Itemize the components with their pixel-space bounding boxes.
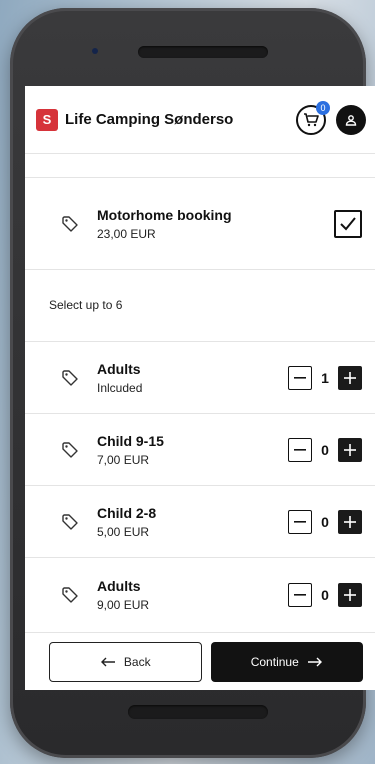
plus-icon [344, 589, 356, 601]
quantity-stepper: 0 [288, 583, 362, 607]
option-row-child-2-8: Child 2-8 5,00 EUR 0 [25, 486, 375, 558]
minus-icon [294, 376, 306, 379]
option-title: Adults [97, 360, 141, 377]
plus-icon [344, 515, 356, 528]
tag-icon [62, 441, 78, 458]
minus-icon [294, 594, 306, 596]
arrow-left-icon [100, 657, 115, 666]
quantity-stepper: 1 [288, 365, 362, 390]
option-price: 5,00 EUR [97, 524, 150, 539]
footer-actions: Back Continue [25, 632, 375, 690]
decrement-button[interactable] [288, 365, 312, 390]
decrement-button[interactable] [288, 509, 312, 534]
back-button[interactable]: Back [49, 641, 202, 682]
select-limit-label: Select up to 6 [25, 270, 375, 342]
option-row-adults-extra: Adults 9,00 EUR 0 [25, 558, 375, 632]
item-title: Motorhome booking [97, 206, 232, 223]
option-title: Child 9-15 [97, 432, 164, 449]
decrement-button[interactable] [288, 583, 312, 607]
increment-button[interactable] [338, 509, 362, 534]
quantity-value: 0 [321, 441, 329, 458]
camping-logo-icon[interactable]: S [36, 108, 58, 131]
tag-icon [62, 215, 78, 232]
tag-icon [62, 513, 78, 530]
increment-button[interactable] [338, 437, 362, 462]
back-label: Back [123, 654, 151, 669]
quantity-value: 1 [321, 369, 329, 386]
continue-label: Continue [250, 654, 299, 669]
tag-icon [62, 587, 78, 603]
option-price: 9,00 EUR [97, 598, 150, 612]
site-title[interactable]: Life Camping Sønderso [65, 111, 296, 128]
decrement-button[interactable] [288, 437, 312, 462]
option-row-child-9-15: Child 9-15 7,00 EUR 0 [25, 414, 375, 486]
plus-icon [344, 371, 356, 384]
motorhome-booking-row: Motorhome booking 23,00 EUR [25, 178, 375, 270]
camera-dot [92, 48, 98, 54]
item-price: 23,00 EUR [97, 226, 156, 241]
increment-button[interactable] [338, 365, 362, 390]
continue-button[interactable]: Continue [210, 641, 363, 682]
quantity-value: 0 [321, 587, 329, 603]
speaker-grille [138, 46, 268, 58]
option-price: 7,00 EUR [97, 452, 150, 467]
user-button[interactable] [336, 104, 366, 135]
tag-icon [62, 369, 78, 386]
quantity-stepper: 0 [288, 437, 362, 462]
option-price: Inlcuded [97, 380, 143, 395]
plus-icon [344, 443, 356, 456]
increment-button[interactable] [338, 583, 362, 607]
home-indicator [128, 705, 268, 719]
quantity-stepper: 0 [288, 509, 362, 534]
option-title: Adults [97, 578, 141, 594]
quantity-value: 0 [321, 513, 329, 530]
cart-button[interactable]: 0 [296, 100, 330, 135]
app-screen: S Life Camping Sønderso 0 Motorhome book… [25, 86, 375, 690]
minus-icon [294, 448, 306, 451]
phone-frame: S Life Camping Sønderso 0 Motorhome book… [10, 8, 375, 758]
cart-count-badge: 0 [316, 100, 330, 115]
arrow-right-icon [307, 657, 322, 666]
motorhome-checkbox[interactable] [334, 209, 362, 238]
shopping-cart-icon [304, 112, 319, 126]
option-title: Child 2-8 [97, 504, 157, 521]
minus-icon [294, 520, 306, 523]
app-header: S Life Camping Sønderso 0 [25, 86, 375, 154]
user-icon [345, 114, 357, 126]
section-divider [25, 154, 375, 178]
option-row-adults: Adults Inlcuded 1 [25, 342, 375, 414]
checkmark-icon [340, 216, 356, 230]
